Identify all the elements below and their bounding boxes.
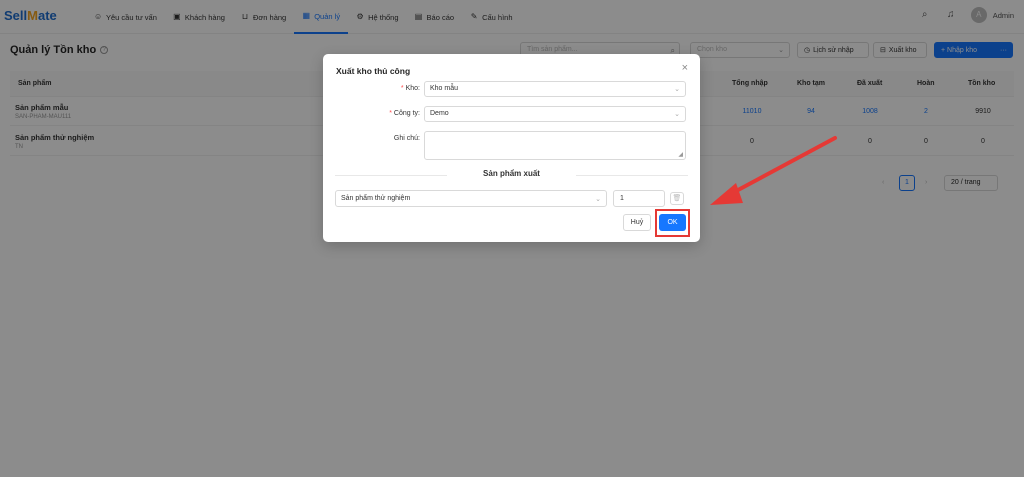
warehouse-label: * Kho: — [400, 85, 420, 92]
warehouse-field[interactable]: Kho mẫu ⌄ — [424, 81, 686, 97]
company-field[interactable]: Demo ⌄ — [424, 106, 686, 122]
product-select[interactable]: Sản phẩm thử nghiệm ⌄ — [335, 190, 607, 207]
label-text: Kho — [405, 85, 419, 92]
required-marker: * — [400, 85, 404, 92]
export-modal: Xuất kho thủ công × * Kho: Kho mẫu ⌄ * Côn… — [323, 54, 700, 242]
delete-button[interactable]: 🗑 — [670, 192, 684, 205]
product-value: Sản phẩm thử nghiệm — [341, 195, 411, 202]
company-label: * Công ty: — [389, 110, 420, 117]
modal-title: Xuất kho thủ công — [336, 66, 411, 76]
cancel-button[interactable]: Huỷ — [623, 214, 651, 231]
chevron-down-icon: ⌄ — [595, 196, 601, 203]
warehouse-value: Kho mẫu — [430, 85, 459, 92]
chevron-down-icon: ⌄ — [674, 86, 680, 93]
trash-icon: 🗑 — [672, 195, 682, 202]
label-text: Công ty — [393, 110, 419, 117]
ok-button[interactable]: OK — [659, 214, 686, 231]
company-value: Demo — [430, 110, 449, 117]
chevron-down-icon: ⌄ — [674, 111, 680, 118]
note-textarea[interactable]: ◢ — [424, 131, 686, 160]
quantity-input[interactable]: 1 — [613, 190, 665, 207]
section-title: Sản phẩm xuất — [335, 169, 688, 181]
note-label: Ghi chú: — [393, 135, 420, 142]
resize-grip-icon[interactable]: ◢ — [678, 151, 683, 158]
required-marker: * — [389, 110, 392, 117]
close-icon[interactable]: × — [682, 62, 688, 74]
label-text: Ghi chú — [393, 135, 419, 142]
